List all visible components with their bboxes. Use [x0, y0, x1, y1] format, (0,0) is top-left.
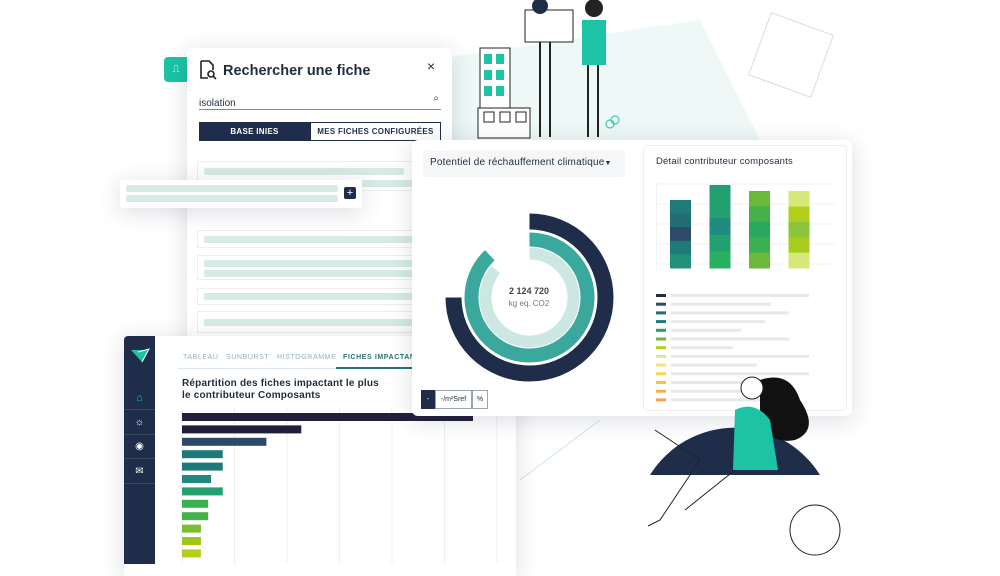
legend-swatch [656, 354, 666, 358]
stack-segment [709, 251, 731, 269]
illustration-woman-laptop [647, 376, 841, 556]
bar [182, 537, 201, 545]
legend-swatch [656, 337, 666, 341]
legend-label-placeholder [671, 311, 789, 315]
chart-title: Répartition des fiches impactant le plus… [182, 378, 379, 402]
donut-chart [445, 213, 614, 382]
indicator-select-value: Potentiel de réchauffement climatique [430, 157, 605, 168]
bar [182, 437, 267, 446]
stack-segment [670, 227, 691, 242]
tab-histogramme[interactable]: HISTOGRAMME [277, 354, 336, 361]
panel-title: Rechercher une fiche [223, 63, 371, 79]
donut-unit: kg eq. CO2 [508, 299, 550, 308]
bar [182, 450, 223, 459]
caret-down-icon: ▼ [604, 160, 612, 167]
tab-sunburst[interactable]: SUNBURST [226, 354, 269, 361]
donut-value: 2 124 720 [508, 286, 550, 296]
bar [182, 487, 223, 496]
unit-toggle-absolute[interactable]: - [421, 390, 435, 409]
tab-mes-fiches[interactable]: MES FICHES CONFIGURÉES [310, 122, 441, 141]
library-icon[interactable]: ⎍ [164, 57, 188, 82]
legend-label-placeholder [671, 354, 809, 358]
stack-segment [749, 237, 770, 254]
legend-label-placeholder [671, 337, 789, 341]
illustration-architects [477, 0, 620, 139]
nav-ideas[interactable]: ☼ [124, 411, 155, 435]
stacked-bar-chart [656, 182, 836, 270]
bar [182, 499, 209, 508]
bar [182, 512, 209, 521]
indicator-select[interactable]: Potentiel de réchauffement climatique▼ [423, 150, 625, 177]
stack-segment [749, 191, 770, 207]
legend-label-placeholder [671, 363, 757, 367]
close-icon[interactable]: × [427, 58, 435, 74]
legend-swatch [656, 302, 666, 306]
legend-label-placeholder [671, 346, 733, 350]
legend-swatch [656, 328, 666, 332]
bar [182, 524, 201, 533]
result-item[interactable] [197, 288, 422, 305]
stack-segment [749, 252, 770, 269]
stack-segment [709, 218, 731, 236]
bg-line [519, 419, 601, 481]
active-tab-indicator [336, 367, 416, 369]
unit-toggle-percent[interactable]: % [472, 390, 488, 409]
stack-segment [788, 206, 810, 223]
legend-label-placeholder [671, 320, 765, 324]
file-search-icon [200, 60, 217, 80]
user-circle-icon: ◉ [135, 441, 144, 452]
stack-segment [788, 237, 810, 254]
stack-segment [670, 200, 691, 215]
mail-icon: ✉ [135, 466, 144, 477]
stack-segment [670, 254, 691, 269]
nav-mail[interactable]: ✉ [124, 460, 155, 484]
detail-title: Détail contributeur composants [656, 156, 793, 167]
search-icon[interactable]: ⌕ [433, 93, 439, 104]
nav-user[interactable]: ◉ [124, 435, 155, 459]
nav-home[interactable]: ⌂ [124, 386, 155, 410]
lightbulb-icon: ☼ [134, 417, 145, 428]
chart-title-line1: Répartition des fiches impactant le plus [182, 378, 379, 389]
stack-segment [749, 221, 770, 238]
search-input[interactable]: isolation ⌕ [199, 93, 441, 110]
home-icon: ⌂ [136, 391, 143, 404]
impact-bar-chart [181, 408, 498, 564]
legend-swatch [656, 363, 666, 367]
result-item[interactable] [197, 255, 422, 280]
tab-tableau[interactable]: TABLEAU [183, 354, 219, 361]
legend-swatch [656, 311, 666, 315]
unit-toggle-per-m2[interactable]: -/m²Sref [435, 390, 472, 409]
legend-swatch [656, 294, 666, 297]
legend-swatch [656, 346, 666, 350]
bar [182, 425, 302, 434]
stack-segment [670, 213, 691, 228]
chart-title-line2: le contributeur Composants [182, 390, 321, 401]
tab-base-inies[interactable]: BASE INIES [199, 122, 310, 141]
bar [182, 462, 223, 471]
stack-segment [670, 240, 691, 255]
legend-label-placeholder [671, 328, 741, 332]
result-item-hover[interactable]: + [120, 180, 362, 208]
legend-swatch [656, 320, 666, 324]
legend-label-placeholder [671, 302, 771, 306]
result-item[interactable] [197, 311, 422, 333]
legend-label-placeholder [671, 294, 809, 297]
result-item[interactable] [197, 230, 422, 248]
bar [182, 475, 212, 483]
stack-segment [788, 191, 810, 207]
bar [182, 549, 201, 558]
stack-segment [709, 201, 731, 219]
logo-bird-icon [131, 348, 150, 363]
stack-segment [788, 221, 810, 238]
stack-segment [749, 206, 770, 223]
stack-segment [788, 252, 810, 269]
stack-segment [709, 234, 731, 252]
donut-ring [479, 247, 580, 348]
search-input-value: isolation [199, 98, 236, 109]
bg-square [748, 12, 834, 98]
stack-segment [709, 185, 731, 203]
add-icon[interactable]: + [344, 187, 356, 199]
